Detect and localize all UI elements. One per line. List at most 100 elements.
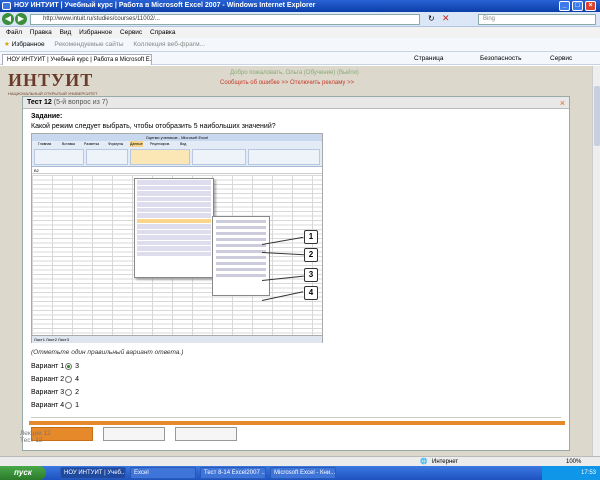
tools-menu[interactable]: Сервис bbox=[550, 52, 572, 65]
question-counter: (5-й вопрос из 7) bbox=[53, 99, 108, 106]
option-value: 1 bbox=[75, 402, 80, 409]
lecture-link[interactable]: Лекция 12 bbox=[20, 430, 51, 437]
status-bar: 🌐 Интернет 100% bbox=[0, 456, 600, 466]
test-dialog: Тест 12 (5-й вопрос из 7) × Задание: Как… bbox=[22, 96, 570, 451]
filter-dropdown bbox=[134, 178, 214, 278]
taskbar-item[interactable]: НОУ ИНТУИТ | Учеб... bbox=[60, 467, 126, 479]
favorites-bar: ★ Избранное Рекомендуемые сайты Коллекци… bbox=[0, 38, 600, 52]
option-label: Вариант 4 bbox=[31, 402, 65, 409]
question-text: Какой режим следует выбрать, чтобы отобр… bbox=[31, 123, 276, 130]
page-scrollbar[interactable] bbox=[592, 66, 600, 456]
promo-links[interactable]: Сообщить об ошибке >> Отключить рекламу … bbox=[220, 80, 354, 86]
address-input[interactable]: http://www.intuit.ru/studies/courses/110… bbox=[30, 14, 420, 25]
menu-bar: Файл Правка Вид Избранное Сервис Справка bbox=[0, 27, 600, 38]
excel-tab: Разметка bbox=[84, 142, 100, 146]
sheet-tabs: Лист1 Лист2 Лист3 bbox=[32, 335, 322, 343]
answer-option-2[interactable]: Вариант 2 4 bbox=[31, 374, 151, 386]
divider bbox=[31, 417, 561, 418]
tab-bar: НОУ ИНТУИТ | Учебный курс | Работа в Mic… bbox=[0, 52, 600, 65]
callout-1: 1 bbox=[304, 230, 318, 244]
answer-option-3[interactable]: Вариант 3 2 bbox=[31, 387, 151, 399]
dialog-close-button[interactable]: × bbox=[560, 97, 565, 109]
answer-hint: (Отметьте один правильный вариант ответа… bbox=[31, 349, 184, 356]
excel-title: Оценки учеников - Microsoft Excel bbox=[32, 134, 322, 141]
taskbar-item[interactable]: Excel bbox=[130, 467, 196, 479]
window-title: НОУ ИНТУИТ | Учебный курс | Работа в Mic… bbox=[14, 2, 316, 9]
test-header: Тест 12 (5-й вопрос из 7) × bbox=[23, 97, 569, 109]
ribbon-group bbox=[192, 149, 246, 165]
menu-file[interactable]: Файл bbox=[6, 29, 22, 36]
excel-tab: Рецензиров. bbox=[150, 142, 171, 146]
answer-option-1[interactable]: Вариант 1 3 bbox=[31, 361, 151, 373]
option-value: 3 bbox=[75, 363, 80, 370]
search-input[interactable]: Bing bbox=[478, 14, 596, 25]
address-bar-row: ◀ ▶ http://www.intuit.ru/studies/courses… bbox=[0, 12, 600, 27]
excel-tab: Данные bbox=[130, 141, 143, 147]
answer-option-4[interactable]: Вариант 4 1 bbox=[31, 400, 151, 412]
favorites-button[interactable]: Избранное bbox=[12, 41, 45, 48]
fav-webslice[interactable]: Коллекция веб-фрагм... bbox=[133, 41, 205, 48]
option-value: 2 bbox=[75, 389, 80, 396]
callout-2: 2 bbox=[304, 248, 318, 262]
maximize-button[interactable]: □ bbox=[572, 1, 583, 11]
taskbar-item[interactable]: Microsoft Excel - Кни... bbox=[270, 467, 336, 479]
ie-icon bbox=[2, 2, 11, 10]
minimize-button[interactable]: _ bbox=[559, 1, 570, 11]
excel-tab: Вставка bbox=[62, 142, 76, 146]
start-button[interactable]: пуск bbox=[0, 466, 46, 480]
callout-4: 4 bbox=[304, 286, 318, 300]
radio-button[interactable] bbox=[65, 362, 73, 370]
option-label: Вариант 2 bbox=[31, 376, 65, 383]
test-link[interactable]: Тест 12 bbox=[20, 437, 51, 444]
excel-screenshot: Оценки учеников - Microsoft Excel Главна… bbox=[31, 133, 323, 343]
excel-tab: Главная bbox=[38, 142, 52, 146]
safety-menu[interactable]: Безопасность bbox=[480, 52, 521, 65]
ribbon-group bbox=[248, 149, 320, 165]
radio-button[interactable] bbox=[65, 401, 73, 409]
scrollbar-thumb[interactable] bbox=[594, 86, 600, 146]
nav-button-submit[interactable] bbox=[103, 427, 165, 441]
logo-text: ИНТУИТ bbox=[8, 70, 94, 90]
ribbon-group bbox=[34, 149, 84, 165]
option-label: Вариант 1 bbox=[31, 363, 65, 370]
browser-tab[interactable]: НОУ ИНТУИТ | Учебный курс | Работа в Mic… bbox=[2, 54, 152, 65]
radio-button[interactable] bbox=[65, 388, 73, 396]
formula-bar: B2 bbox=[32, 168, 322, 174]
system-tray: 17:53 bbox=[542, 466, 600, 480]
close-button[interactable]: × bbox=[585, 1, 596, 11]
page-content: ИНТУИТ НАЦИОНАЛЬНЫЙ ОТКРЫТЫЙ УНИВЕРСИТЕТ… bbox=[0, 66, 592, 456]
menu-view[interactable]: Вид bbox=[60, 29, 72, 36]
test-title: Тест 12 bbox=[27, 99, 52, 106]
radio-button[interactable] bbox=[65, 375, 73, 383]
excel-ribbon: Главная Вставка Разметка Формулы Данные … bbox=[32, 141, 322, 167]
site-logo[interactable]: ИНТУИТ НАЦИОНАЛЬНЫЙ ОТКРЫТЫЙ УНИВЕРСИТЕТ bbox=[8, 70, 128, 96]
ribbon-group bbox=[130, 149, 190, 165]
stop-icon[interactable]: ✕ bbox=[442, 13, 450, 24]
excel-tab: Вид bbox=[180, 142, 187, 146]
ribbon-group bbox=[86, 149, 128, 165]
menu-tools[interactable]: Сервис bbox=[120, 29, 142, 36]
menu-edit[interactable]: Правка bbox=[30, 29, 52, 36]
menu-favorites[interactable]: Избранное bbox=[79, 29, 112, 36]
menu-help[interactable]: Справка bbox=[150, 29, 176, 36]
back-button[interactable]: ◀ bbox=[2, 13, 14, 25]
taskbar-item[interactable]: Тест 8-14 Excel2007 ... bbox=[200, 467, 266, 479]
user-greeting: Добро пожаловать, Ольга (Обучение) (Выйт… bbox=[230, 70, 359, 76]
option-value: 4 bbox=[75, 376, 80, 383]
option-label: Вариант 3 bbox=[31, 389, 65, 396]
forward-button[interactable]: ▶ bbox=[15, 13, 27, 25]
progress-stripe bbox=[29, 421, 565, 425]
callout-3: 3 bbox=[304, 268, 318, 282]
refresh-icon[interactable]: ↻ bbox=[428, 14, 435, 23]
page-menu[interactable]: Страница bbox=[414, 52, 443, 65]
windows-taskbar: пуск НОУ ИНТУИТ | Учеб... Excel Тест 8-1… bbox=[0, 466, 600, 480]
number-filters-submenu bbox=[212, 216, 270, 296]
star-icon: ★ bbox=[4, 41, 10, 48]
task-label: Задание: bbox=[31, 113, 63, 120]
nav-button-next[interactable] bbox=[175, 427, 237, 441]
window-titlebar: НОУ ИНТУИТ | Учебный курс | Работа в Mic… bbox=[0, 0, 600, 12]
fav-suggested[interactable]: Рекомендуемые сайты bbox=[54, 41, 123, 48]
name-box: B2 bbox=[34, 168, 39, 173]
lecture-links: Лекция 12 Тест 12 bbox=[20, 430, 51, 444]
excel-tab: Формулы bbox=[108, 142, 124, 146]
